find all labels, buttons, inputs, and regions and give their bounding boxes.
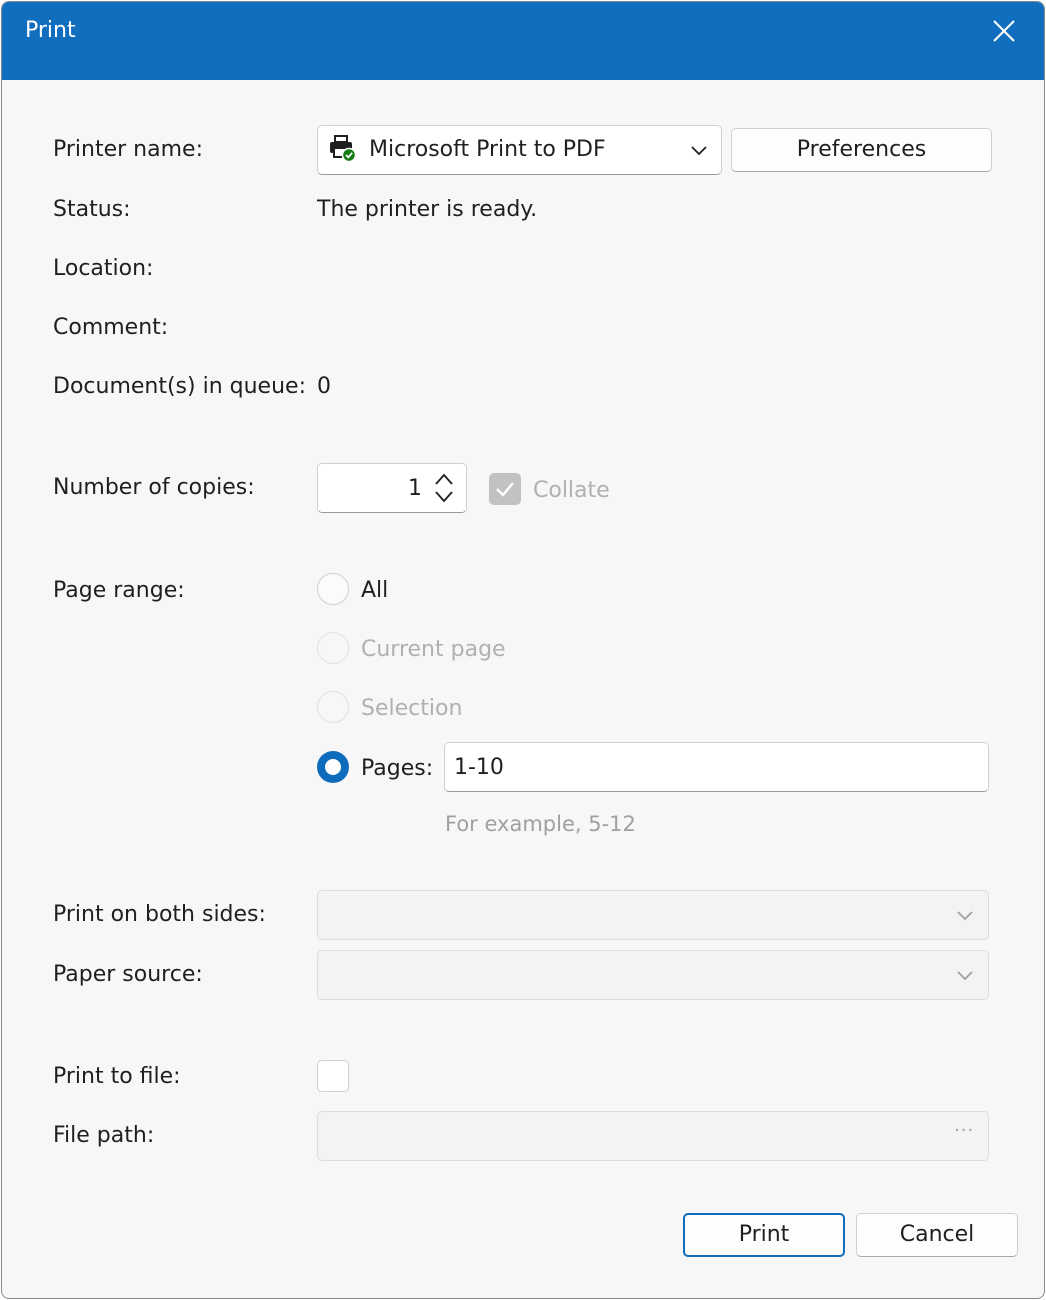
radio-selection-label: Selection xyxy=(361,696,463,721)
comment-label: Comment: xyxy=(53,315,169,340)
pages-hint: For example, 5-12 xyxy=(445,812,636,836)
copies-value: 1 xyxy=(408,476,422,501)
printer-icon xyxy=(330,135,357,163)
print-dialog: Print Printer name: Microsoft Print to P… xyxy=(1,1,1045,1299)
radio-pages[interactable] xyxy=(317,751,349,783)
print-to-file-checkbox[interactable] xyxy=(317,1060,349,1092)
radio-pages-label: Pages: xyxy=(361,756,434,781)
printer-name-label: Printer name: xyxy=(53,137,203,162)
radio-all-label: All xyxy=(361,578,389,603)
printer-select[interactable]: Microsoft Print to PDF xyxy=(317,125,722,175)
file-path-label: File path: xyxy=(53,1123,155,1148)
print-to-file-label: Print to file: xyxy=(53,1064,181,1089)
copies-stepper[interactable]: 1 xyxy=(317,463,467,513)
file-path-input[interactable]: ··· xyxy=(317,1111,989,1161)
status-label: Status: xyxy=(53,197,131,222)
status-value: The printer is ready. xyxy=(317,197,538,222)
queue-label: Document(s) in queue: xyxy=(53,374,306,399)
pages-input[interactable]: 1-10 xyxy=(444,742,989,792)
chevron-down-icon xyxy=(957,971,973,981)
radio-all[interactable] xyxy=(317,573,349,605)
close-button[interactable] xyxy=(982,6,1026,56)
collate-checkbox[interactable] xyxy=(489,473,521,505)
radio-current-page[interactable] xyxy=(317,632,349,664)
radio-selection[interactable] xyxy=(317,691,349,723)
collate-label: Collate xyxy=(533,478,610,503)
checkmark-icon xyxy=(496,482,514,497)
chevron-down-icon[interactable] xyxy=(434,490,454,504)
print-button[interactable]: Print xyxy=(683,1213,845,1257)
title-bar: Print xyxy=(2,2,1044,80)
duplex-select[interactable] xyxy=(317,890,989,940)
pages-input-value: 1-10 xyxy=(454,755,504,780)
chevron-up-icon[interactable] xyxy=(434,472,454,486)
duplex-label: Print on both sides: xyxy=(53,902,266,927)
copies-label: Number of copies: xyxy=(53,475,255,500)
chevron-down-icon xyxy=(957,911,973,921)
cancel-button[interactable]: Cancel xyxy=(856,1213,1018,1257)
location-label: Location: xyxy=(53,256,154,281)
paper-source-label: Paper source: xyxy=(53,962,203,987)
queue-value: 0 xyxy=(317,374,331,399)
printer-select-value: Microsoft Print to PDF xyxy=(369,137,606,162)
window-title: Print xyxy=(25,18,76,43)
page-range-label: Page range: xyxy=(53,578,185,603)
browse-ellipsis-icon[interactable]: ··· xyxy=(954,1120,974,1141)
preferences-button[interactable]: Preferences xyxy=(731,128,992,172)
close-icon xyxy=(993,20,1015,42)
paper-source-select[interactable] xyxy=(317,950,989,1000)
radio-current-page-label: Current page xyxy=(361,637,506,662)
chevron-down-icon xyxy=(691,146,707,156)
